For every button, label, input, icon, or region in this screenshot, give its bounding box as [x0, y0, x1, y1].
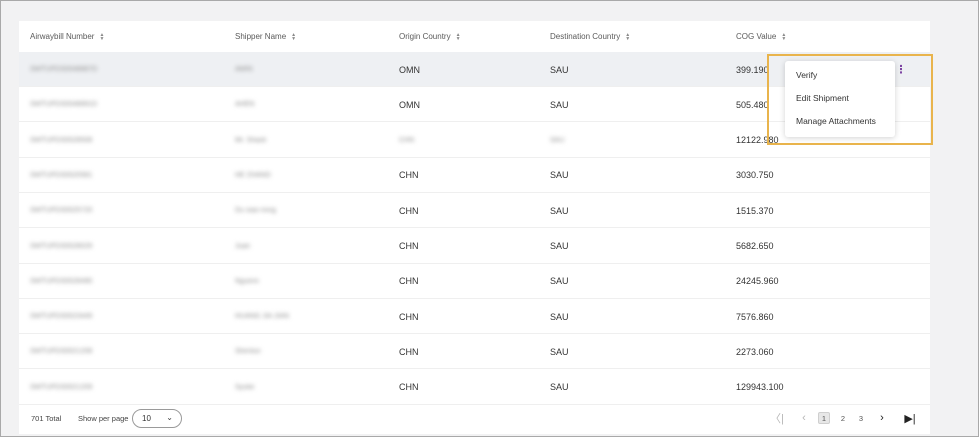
sort-icon[interactable]: ▲ ▼	[290, 32, 297, 42]
airwaybill-cell: SWTUPDS0028508	[30, 136, 93, 144]
page-button-3[interactable]: 3	[855, 412, 867, 424]
destination-cell: SAU	[550, 136, 565, 144]
table-header: Airwaybill Number ▲ ▼ Shipper Name ▲ ▼ Ori…	[19, 21, 930, 52]
cog-value-cell: 399.190	[736, 64, 769, 75]
column-header-cog-value[interactable]: COG Value ▲ ▼	[736, 21, 787, 52]
airwaybill-cell: SWTUPDS0048887D	[30, 66, 98, 73]
table-row[interactable]: SWTUPDS0021208 Shenlun CHN SAU 2273.060	[19, 334, 930, 370]
destination-cell: SAU	[550, 241, 569, 251]
shipper-cell: AHEN	[235, 101, 255, 109]
shipper-cell: Syuke	[235, 383, 255, 391]
origin-cell: CHN	[399, 205, 419, 216]
cog-value-cell: 129943.100	[736, 382, 784, 393]
menu-item-manage-attachments[interactable]: Manage Attachments	[796, 113, 876, 129]
previous-page-icon[interactable]: ‹	[798, 412, 810, 424]
destination-cell: SAU	[550, 99, 569, 110]
column-header-label: Airwaybill Number	[30, 32, 95, 41]
destination-cell: SAU	[550, 311, 569, 322]
origin-cell: CHN	[399, 382, 419, 393]
sort-icon[interactable]: ▲ ▼	[455, 32, 462, 42]
table-row[interactable]: SWTUPDS0020581 HE ZHAND CHN SAU 3030.750	[19, 158, 930, 193]
destination-cell: SAU	[550, 276, 569, 287]
table-footer: 701 Total Show per page 10 ⌄ 〈| ‹ 1 2 3 …	[19, 402, 930, 434]
cog-value-cell: 2273.060	[736, 346, 774, 357]
per-page-label: Show per page	[78, 413, 129, 423]
column-header-label: Origin Country	[399, 32, 451, 41]
next-page-icon[interactable]: ›	[876, 412, 888, 424]
column-header-airwaybill[interactable]: Airwaybill Number ▲ ▼	[30, 21, 105, 52]
shipper-cell: Du xiao ming	[235, 207, 276, 215]
airwaybill-cell: SWTUPDS0048891D	[30, 101, 98, 109]
more-vertical-icon[interactable]: ⋮	[896, 52, 907, 87]
sort-icon[interactable]: ▲ ▼	[780, 32, 787, 42]
cog-value-cell: 1515.370	[736, 205, 774, 216]
destination-cell: SAU	[550, 346, 569, 357]
column-header-origin[interactable]: Origin Country ▲ ▼	[399, 21, 462, 52]
origin-cell: CHN	[399, 170, 419, 181]
chevron-down-icon: ⌄	[166, 413, 173, 422]
shipper-cell: HUANG JIA JIAN	[235, 313, 290, 321]
sort-icon[interactable]: ▲ ▼	[624, 32, 631, 42]
page-button-2[interactable]: 2	[837, 412, 849, 424]
menu-item-verify[interactable]: Verify	[796, 67, 817, 83]
shipper-cell: Nguinni	[235, 277, 259, 285]
destination-cell: SAU	[550, 382, 569, 393]
first-page-icon[interactable]: 〈|	[770, 412, 784, 425]
cog-value-cell: 5682.650	[736, 241, 774, 251]
total-count: 701 Total	[31, 413, 62, 423]
cog-value-cell: 7576.860	[736, 311, 774, 322]
shipper-cell: Mr. Shaoli	[235, 136, 267, 144]
column-header-shipper[interactable]: Shipper Name ▲ ▼	[235, 21, 297, 52]
destination-cell: SAU	[550, 170, 569, 181]
origin-cell: CHN	[399, 276, 419, 287]
table-row[interactable]: SWTUPDS0021209 Syuke CHN SAU 129943.100	[19, 370, 930, 405]
origin-cell: CHN	[399, 346, 419, 357]
per-page-select[interactable]: 10 ⌄	[132, 409, 182, 428]
column-header-label: COG Value	[736, 32, 777, 41]
table-row[interactable]: SWTUPDS0028029 Juan CHN SAU 5682.650	[19, 229, 930, 264]
table-row[interactable]: SWTUPDS0028490 Nguinni CHN SAU 24245.960	[19, 264, 930, 299]
table-row[interactable]: SWTUPDS0025720 Du xiao ming CHN SAU 1515.370	[19, 193, 930, 229]
column-header-label: Destination Country	[550, 32, 621, 41]
shipper-cell: AMIN	[235, 66, 253, 73]
airwaybill-cell: SWTUPDS0028029	[30, 242, 93, 250]
destination-cell: SAU	[550, 64, 569, 75]
column-header-label: Shipper Name	[235, 32, 287, 41]
origin-cell: CHN	[399, 136, 415, 144]
cog-value-cell: 3030.750	[736, 170, 774, 181]
destination-cell: SAU	[550, 205, 569, 216]
airwaybill-cell: SWTUPDS0025720	[30, 207, 93, 215]
cog-value-cell: 24245.960	[736, 276, 779, 287]
origin-cell: OMN	[399, 64, 420, 75]
shipper-cell: Shenlun	[235, 348, 261, 356]
menu-item-edit-shipment[interactable]: Edit Shipment	[796, 90, 849, 106]
shipper-cell: Juan	[235, 242, 251, 250]
airwaybill-cell: SWTUPDS0028490	[30, 277, 93, 285]
origin-cell: OMN	[399, 99, 420, 110]
shipper-cell: HE ZHAND	[235, 171, 271, 179]
sort-icon[interactable]: ▲ ▼	[98, 32, 105, 42]
cog-value-cell: 505.480	[736, 99, 769, 110]
origin-cell: CHN	[399, 311, 419, 322]
airwaybill-cell: SWTUPDS0023449	[30, 313, 93, 321]
table-row[interactable]: SWTUPDS0023449 HUANG JIA JIAN CHN SAU 7576.8…	[19, 299, 930, 335]
row-actions-menu: Verify Edit Shipment Manage Attachments	[785, 61, 895, 137]
per-page-value: 10	[142, 414, 151, 423]
cog-value-cell: 12122.980	[736, 135, 779, 146]
origin-cell: CHN	[399, 241, 419, 251]
airwaybill-cell: SWTUPDS0020581	[30, 171, 93, 179]
airwaybill-cell: SWTUPDS0021208	[30, 348, 93, 356]
last-page-icon[interactable]: ▶|	[904, 412, 916, 425]
airwaybill-cell: SWTUPDS0021209	[30, 383, 93, 391]
column-header-destination[interactable]: Destination Country ▲ ▼	[550, 21, 631, 52]
page-button-1[interactable]: 1	[818, 412, 830, 424]
